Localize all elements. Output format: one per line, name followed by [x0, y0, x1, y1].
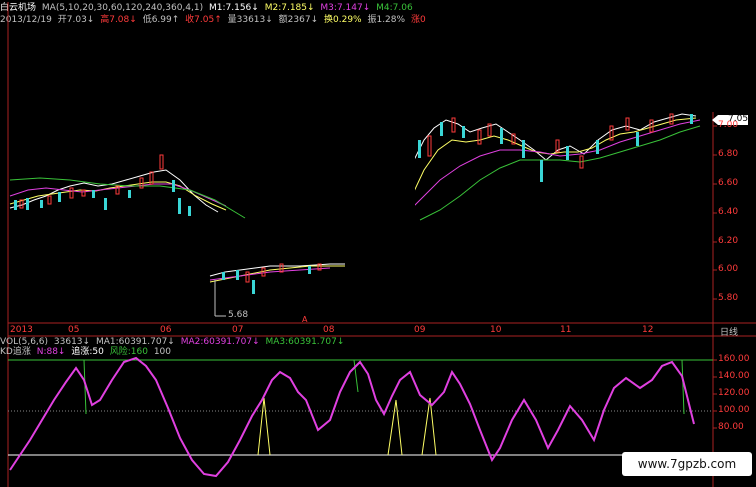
low-price-annotation: 5.68 — [228, 310, 249, 320]
x-label-10: 10 — [490, 325, 502, 335]
ind-label-160: 160.00 — [718, 354, 750, 364]
vol-params: VOL(5,6,6) — [0, 337, 49, 347]
x-label-09: 09 — [414, 325, 426, 335]
x-label-2013: 2013 — [10, 325, 33, 335]
vol-ma1: MA1:60391.707↓ — [95, 337, 175, 347]
flag-marker: A — [302, 315, 308, 324]
period-label[interactable]: 日线 — [720, 325, 738, 338]
ind-label-120: 120.00 — [718, 388, 750, 398]
candles-left-cluster — [9, 154, 246, 219]
kd-hundred: 100 — [153, 347, 172, 357]
ind-label-100: 100.00 — [718, 405, 750, 415]
kd-row: KD追涨 N:88↓ 追涨:50 风险:160 100 — [0, 347, 174, 358]
ind-label-140: 140.00 — [718, 371, 750, 381]
price-label-580: 5.80 — [718, 293, 739, 303]
signal-spikes — [257, 397, 437, 456]
vol-value: 33613↓ — [53, 337, 91, 347]
x-label-08: 08 — [323, 325, 335, 335]
x-label-11: 11 — [560, 325, 572, 335]
kd-n-value: N:88↓ — [36, 347, 66, 357]
x-label-12: 12 — [642, 325, 654, 335]
kd-curve — [9, 356, 695, 478]
kd-risk: 风险:160 — [109, 347, 148, 357]
price-label-660: 6.60 — [718, 178, 739, 188]
price-label-680: 6.80 — [718, 149, 739, 159]
green-markers — [83, 359, 685, 415]
watermark: www.7gpzb.com — [622, 452, 752, 476]
candles-middle-cluster — [209, 263, 345, 317]
x-label-07: 07 — [232, 325, 244, 335]
x-label-05: 05 — [68, 325, 80, 335]
price-label-600: 6.00 — [718, 264, 739, 274]
vol-ma3: MA3:60391.707↓ — [265, 337, 345, 347]
x-label-06: 06 — [160, 325, 172, 335]
chart-gap-mask — [350, 60, 415, 222]
ind-label-80: 80.00 — [718, 422, 744, 432]
kd-chase: 追涨:50 — [71, 347, 104, 357]
kd-label: KD追涨 — [0, 347, 31, 357]
price-tick-marks — [713, 125, 717, 300]
candles-right-cluster — [395, 113, 701, 221]
price-label-620: 6.20 — [718, 236, 739, 246]
price-label-640: 6.40 — [718, 207, 739, 217]
vol-ma2: MA2:60391.707↓ — [180, 337, 260, 347]
current-price-label: 7.05 — [728, 114, 749, 124]
indicator-panel — [8, 356, 713, 478]
chart-top-mask — [415, 60, 756, 112]
indicator-tick-marks — [713, 359, 717, 429]
